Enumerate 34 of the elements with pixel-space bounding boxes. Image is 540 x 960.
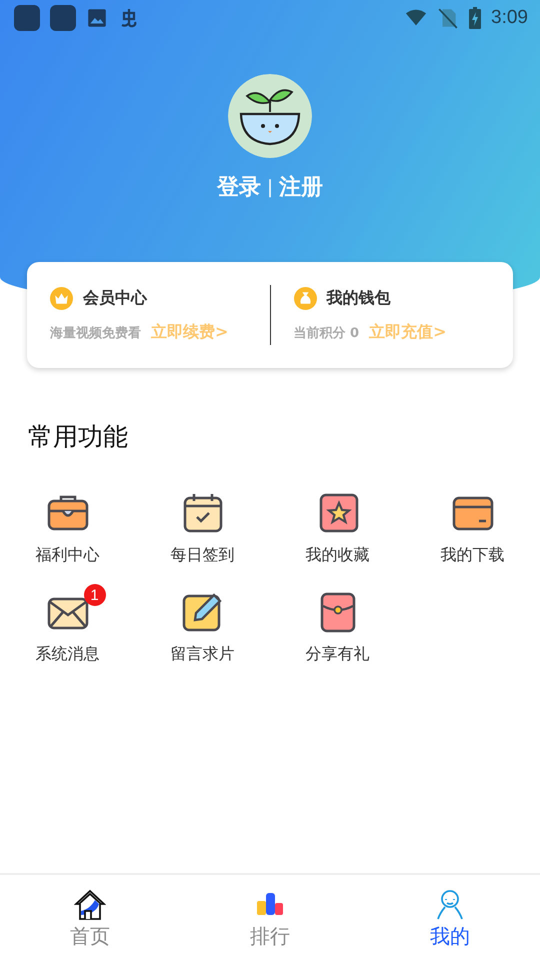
card-title: 我的钱包 — [326, 288, 390, 309]
feature-label: 系统消息 — [36, 644, 100, 665]
feature-label: 我的下载 — [440, 545, 504, 566]
card-title: 会员中心 — [83, 288, 147, 309]
count-badge: 1 — [84, 584, 106, 606]
no-sim-icon — [437, 7, 460, 29]
clock-time: 3:09 — [491, 7, 528, 29]
battery-icon — [469, 7, 482, 29]
nav-tab[interactable]: 排行 — [180, 875, 360, 960]
section-title: 常用功能 — [28, 421, 129, 453]
feature-item[interactable]: 留言求片 — [135, 582, 270, 665]
feature-item[interactable]: 1 系统消息 — [0, 582, 135, 665]
separator-text: | — [266, 176, 274, 198]
feature-item[interactable]: 我的下载 — [405, 483, 540, 566]
feature-label: 福利中心 — [36, 545, 100, 566]
card-subtitle: 海量视频免费看 — [50, 325, 141, 342]
feature-label: 分享有礼 — [306, 644, 370, 665]
crown-icon — [50, 287, 73, 310]
nav-tab[interactable]: 我的 — [360, 875, 540, 960]
nav-tab[interactable]: 首页 — [0, 875, 180, 960]
feature-item[interactable]: 我的收藏 — [270, 483, 405, 566]
feature-label: 我的收藏 — [306, 545, 370, 566]
card-subtitle: 当前积分 0 — [294, 325, 360, 342]
notification-icon — [14, 5, 40, 31]
feature-item[interactable]: 分享有礼 — [270, 582, 405, 665]
home-icon — [74, 889, 106, 921]
feature-label: 每日签到 — [170, 545, 234, 566]
avatar-image[interactable] — [228, 74, 312, 158]
image-icon — [86, 7, 108, 29]
feature-item[interactable]: 福利中心 — [0, 483, 135, 566]
notification-icon — [50, 5, 76, 31]
feature-item[interactable]: 每日签到 — [135, 483, 270, 566]
feature-label: 留言求片 — [170, 644, 234, 665]
money-bag-icon — [294, 287, 316, 310]
